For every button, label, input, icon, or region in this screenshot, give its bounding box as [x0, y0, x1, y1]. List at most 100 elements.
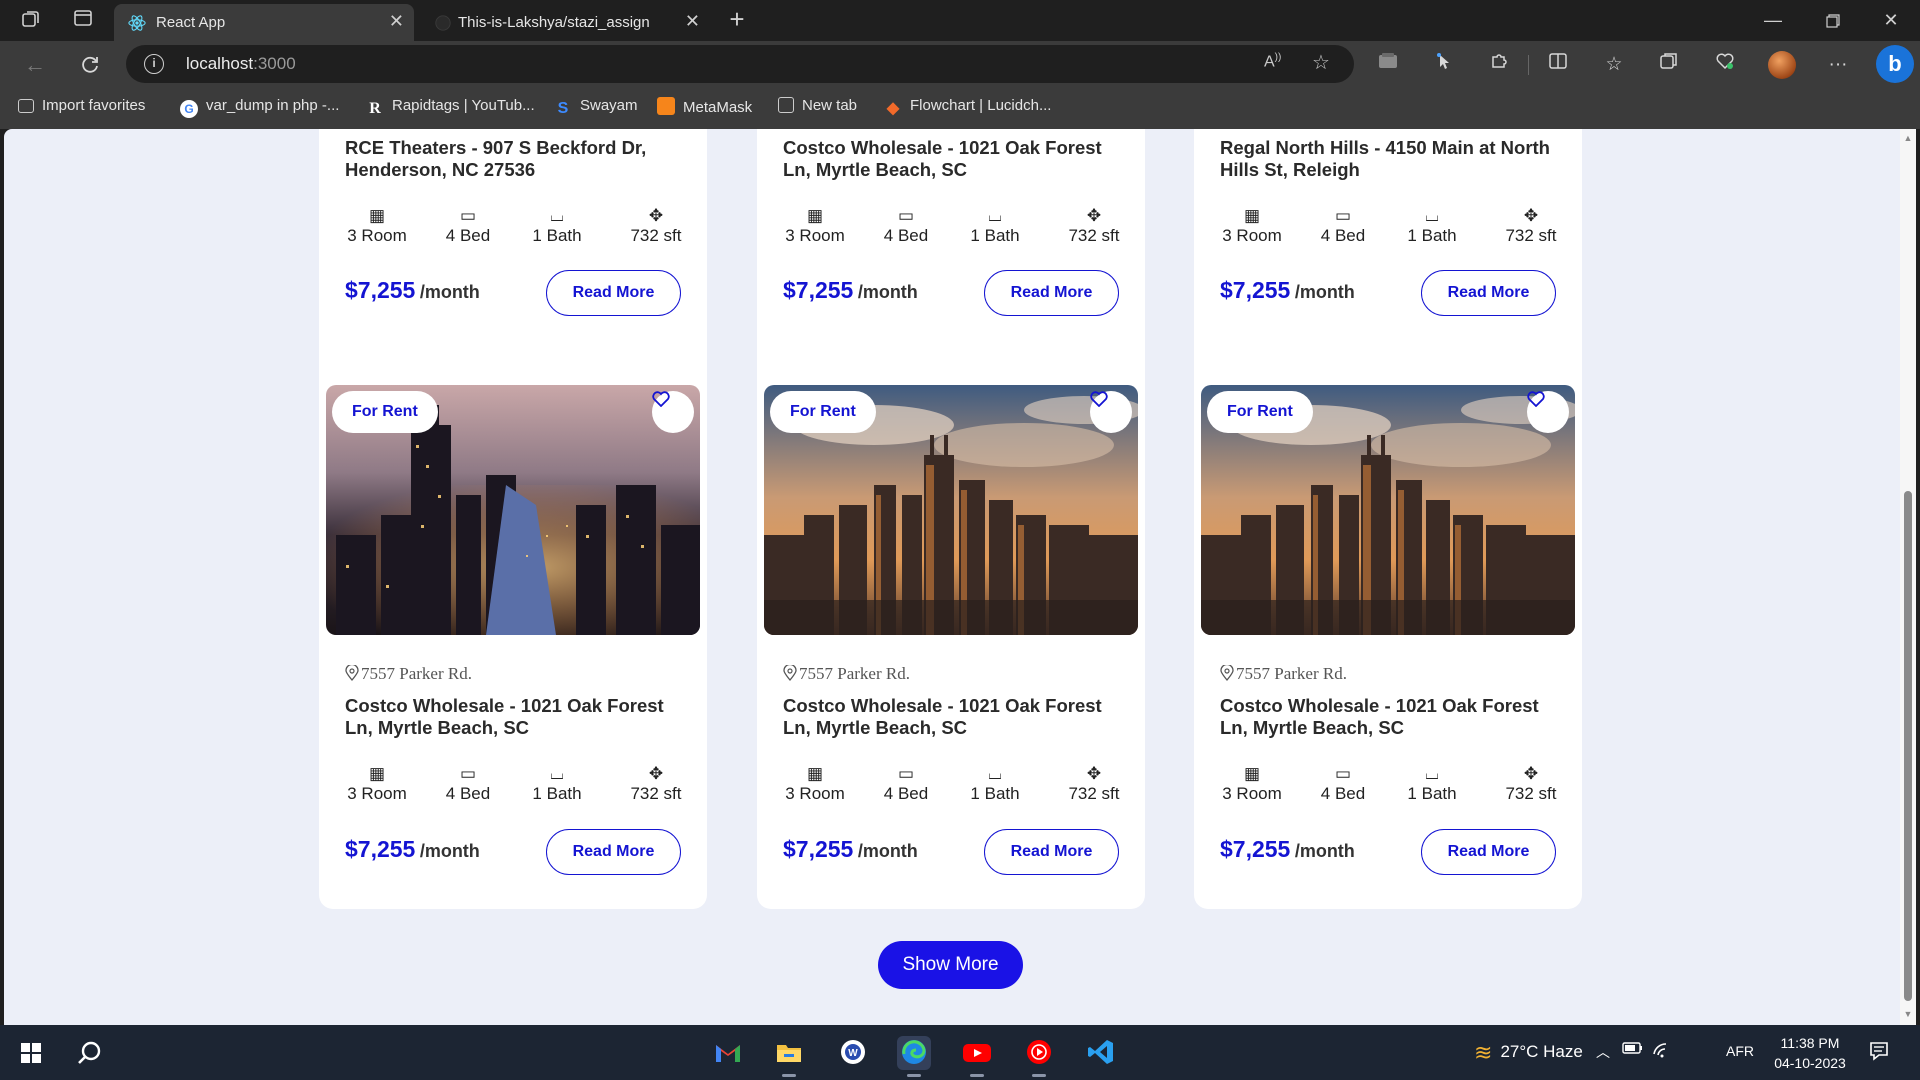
bing-copilot-icon[interactable]: b	[1876, 45, 1914, 83]
svg-text:W: W	[848, 1048, 858, 1059]
price-amount: $7,255	[345, 277, 416, 303]
price: $7,255 /month	[783, 277, 918, 304]
gmail-icon[interactable]	[711, 1036, 745, 1070]
url-text[interactable]: localhost:3000	[186, 54, 296, 74]
property-photo[interactable]: For Rent	[326, 385, 700, 635]
bath-count: 1 Bath	[532, 226, 582, 245]
bookmark-var-dump[interactable]: Gvar_dump in php -...	[180, 97, 339, 119]
bath-icon: ⌴	[988, 764, 1002, 783]
rapidtags-icon: R	[369, 100, 381, 117]
bookmark-rapidtags[interactable]: R Rapidtags | YouTub...	[366, 97, 534, 119]
property-photo[interactable]: For Rent	[1201, 385, 1575, 635]
refresh-icon[interactable]	[75, 50, 105, 80]
area-value: 732 sft	[1068, 784, 1120, 803]
favorite-heart-icon[interactable]	[1090, 391, 1132, 433]
scroll-down-arrow-icon[interactable]: ▼	[1903, 1009, 1913, 1019]
bath-count: 1 Bath	[532, 784, 582, 803]
favorite-heart-icon[interactable]	[1527, 391, 1569, 433]
read-more-button[interactable]: Read More	[1421, 270, 1556, 316]
read-more-button[interactable]: Read More	[984, 270, 1119, 316]
edge-icon[interactable]	[897, 1036, 931, 1077]
more-menu-icon[interactable]: ···	[1824, 51, 1852, 79]
read-aloud-icon[interactable]: A))	[1264, 52, 1281, 71]
bed-icon: ▭	[459, 764, 477, 783]
scrollbar-thumb[interactable]	[1904, 491, 1912, 1001]
workspaces-icon[interactable]	[18, 8, 44, 34]
url-port: :3000	[253, 54, 296, 73]
favorites-icon[interactable]: ☆	[1600, 51, 1628, 79]
area-icon: ✥	[1523, 764, 1539, 783]
property-photo[interactable]: For Rent	[764, 385, 1138, 635]
wps-office-icon[interactable]: W	[836, 1036, 870, 1070]
minimize-button[interactable]: —	[1748, 6, 1798, 34]
restore-button[interactable]	[1808, 6, 1858, 34]
property-title: RCE Theaters - 907 S Beckford Dr, Hender…	[345, 137, 647, 180]
youtube-music-icon[interactable]	[1022, 1036, 1056, 1077]
cursor-extension-icon[interactable]	[1430, 51, 1458, 79]
bookmark-swayam[interactable]: S Swayam	[554, 97, 638, 119]
favorite-heart-icon[interactable]	[652, 391, 694, 433]
new-tab-button[interactable]: +	[722, 4, 752, 34]
bookmark-metamask[interactable]: MetaMask	[657, 97, 752, 119]
read-more-button[interactable]: Read More	[546, 270, 681, 316]
location-pin-icon	[1220, 665, 1234, 681]
for-rent-badge: For Rent	[332, 391, 438, 433]
notification-icon[interactable]	[1868, 1040, 1890, 1065]
bath-icon: ⌴	[550, 206, 564, 225]
bookmark-lucidchart[interactable]: ◆ Flowchart | Lucidch...	[884, 97, 1052, 119]
tab-actions-icon[interactable]	[70, 8, 96, 34]
extension-wallet-icon[interactable]	[1374, 51, 1402, 79]
search-icon[interactable]	[72, 1036, 106, 1070]
bed-count: 4 Bed	[445, 226, 491, 245]
room-count: 3 Room	[347, 784, 407, 803]
vscode-icon[interactable]	[1084, 1036, 1118, 1070]
close-window-button[interactable]: ✕	[1866, 6, 1916, 34]
show-more-button[interactable]: Show More	[878, 941, 1023, 989]
system-clock[interactable]: 11:38 PM 04-10-2023	[1770, 1033, 1850, 1073]
tab-react-app[interactable]: React App ✕	[114, 4, 414, 41]
profile-avatar[interactable]	[1768, 51, 1796, 79]
close-tab-icon[interactable]: ✕	[685, 11, 700, 32]
browser-essentials-icon[interactable]	[1711, 51, 1739, 79]
property-title: Costco Wholesale - 1021 Oak Forest Ln, M…	[783, 137, 1102, 180]
windows-start-icon[interactable]	[14, 1036, 48, 1070]
file-explorer-icon[interactable]	[772, 1036, 806, 1077]
show-hidden-icons-chevron-icon[interactable]: ︿	[1596, 1042, 1610, 1062]
input-language[interactable]: AFR	[1726, 1043, 1754, 1059]
price: $7,255 /month	[783, 836, 918, 863]
site-info-icon[interactable]: i	[144, 54, 164, 74]
split-screen-icon[interactable]	[1544, 51, 1572, 79]
area-stat: ✥ 732 sft	[1065, 206, 1123, 246]
price: $7,255 /month	[1220, 277, 1355, 304]
for-rent-badge: For Rent	[770, 391, 876, 433]
battery-icon[interactable]	[1622, 1040, 1644, 1059]
page-viewport: RCE Theaters - 907 S Beckford Dr, Hender…	[4, 129, 1900, 1025]
read-more-button[interactable]: Read More	[984, 829, 1119, 875]
wifi-icon[interactable]	[1652, 1040, 1672, 1061]
price-amount: $7,255	[345, 836, 416, 862]
area-icon: ✥	[1086, 206, 1102, 225]
property-card: For Rent 7557 Parker Rd. Costco Wholesal…	[1194, 378, 1582, 909]
area-stat: ✥ 732 sft	[1502, 206, 1560, 246]
page-scrollbar[interactable]: ▲ ▼	[1900, 129, 1916, 1025]
extensions-puzzle-icon[interactable]	[1485, 51, 1513, 79]
close-tab-icon[interactable]: ✕	[389, 11, 404, 32]
favorite-star-icon[interactable]: ☆	[1312, 50, 1330, 75]
bath-icon: ⌴	[1425, 764, 1439, 783]
back-arrow-icon[interactable]: ←	[20, 50, 50, 80]
collections-icon[interactable]	[1655, 51, 1683, 79]
read-more-button[interactable]: Read More	[546, 829, 681, 875]
area-stat: ✥ 732 sft	[1065, 764, 1123, 804]
bookmark-label: Swayam	[580, 97, 638, 114]
scroll-up-arrow-icon[interactable]: ▲	[1903, 133, 1913, 143]
read-more-button[interactable]: Read More	[1421, 829, 1556, 875]
bookmark-new-tab[interactable]: New tab	[778, 97, 857, 119]
address-bar[interactable]: i localhost:3000 A)) ☆	[126, 45, 1354, 83]
bookmark-label: var_dump in php -...	[206, 97, 340, 114]
weather-widget[interactable]: ≋ 27°C Haze	[1474, 1040, 1583, 1066]
tab-github-repo[interactable]: This-is-Lakshya/stazi_assign ✕	[420, 4, 710, 41]
bed-count: 4 Bed	[1320, 784, 1366, 803]
bath-icon: ⌴	[988, 206, 1002, 225]
youtube-icon[interactable]	[960, 1036, 994, 1077]
bookmark-import-favorites[interactable]: Import favorites	[18, 97, 145, 119]
